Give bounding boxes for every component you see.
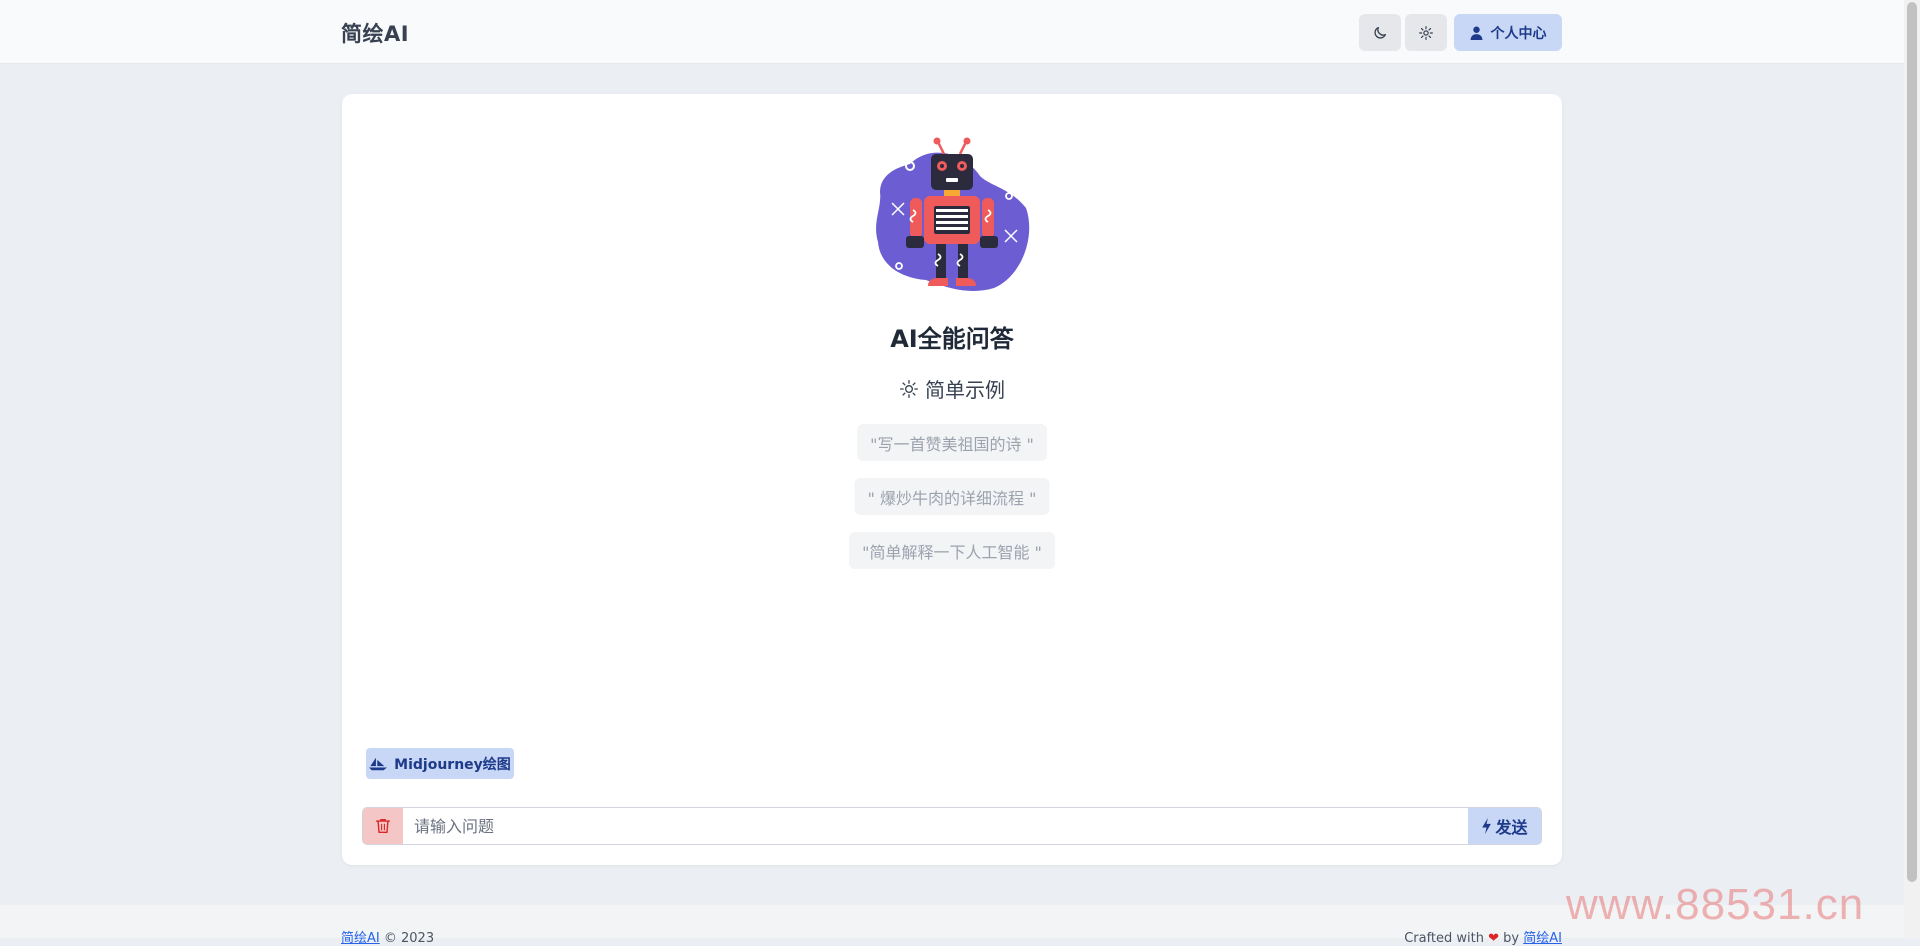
user-icon	[1470, 26, 1482, 40]
footer-author-link[interactable]: 简绘AI	[1523, 931, 1562, 946]
trash-icon	[376, 819, 390, 833]
footer-copyright: 简绘AI © 2023	[341, 927, 434, 946]
midjourney-button[interactable]: Midjourney绘图	[366, 748, 514, 779]
examples-heading: 简单示例	[342, 374, 1562, 403]
sun-icon	[900, 379, 918, 398]
clear-chat-button[interactable]	[363, 808, 403, 844]
brand-logo[interactable]: 简绘AI	[341, 18, 409, 48]
watermark: www.88531.cn	[1566, 880, 1865, 929]
footer-credits: Crafted with ❤ by 简绘AI	[1404, 927, 1562, 946]
question-input[interactable]	[403, 808, 1468, 844]
crafted-text: Crafted with	[1404, 931, 1484, 946]
theme-toggle-button[interactable]	[1359, 14, 1401, 51]
robot-illustration	[876, 137, 1030, 291]
midjourney-label: Midjourney绘图	[394, 756, 511, 773]
example-prompt[interactable]: "简单解释一下人工智能 "	[849, 532, 1055, 569]
example-prompt[interactable]: "写一首赞美祖国的诗 "	[857, 424, 1047, 461]
scrollbar-thumb[interactable]	[1907, 2, 1917, 882]
send-label: 发送	[1495, 818, 1528, 837]
sailboat-icon	[369, 757, 388, 770]
settings-button[interactable]	[1405, 14, 1447, 51]
page-scrollbar[interactable]	[1904, 0, 1920, 938]
gear-icon	[1419, 25, 1433, 40]
top-navbar: 简绘AI 个人中心	[0, 0, 1904, 64]
copyright-text: © 2023	[383, 931, 435, 946]
chat-card: AI全能问答 简单示例 "写一首赞美祖国的诗 " " 爆炒牛肉的详细流程 " "…	[342, 94, 1562, 865]
example-prompt[interactable]: " 爆炒牛肉的详细流程 "	[854, 478, 1050, 515]
moon-icon	[1374, 26, 1386, 39]
footer-brand-link[interactable]: 简绘AI	[341, 931, 380, 946]
by-text: by	[1503, 931, 1520, 946]
profile-label: 个人中心	[1490, 25, 1547, 42]
send-button[interactable]: 发送	[1468, 808, 1541, 844]
heart-icon: ❤	[1488, 931, 1500, 946]
profile-button[interactable]: 个人中心	[1454, 14, 1562, 51]
bolt-icon	[1482, 818, 1492, 834]
page-title: AI全能问答	[890, 325, 1014, 353]
examples-heading-text: 简单示例	[925, 378, 1005, 402]
question-input-group: 发送	[362, 807, 1542, 845]
